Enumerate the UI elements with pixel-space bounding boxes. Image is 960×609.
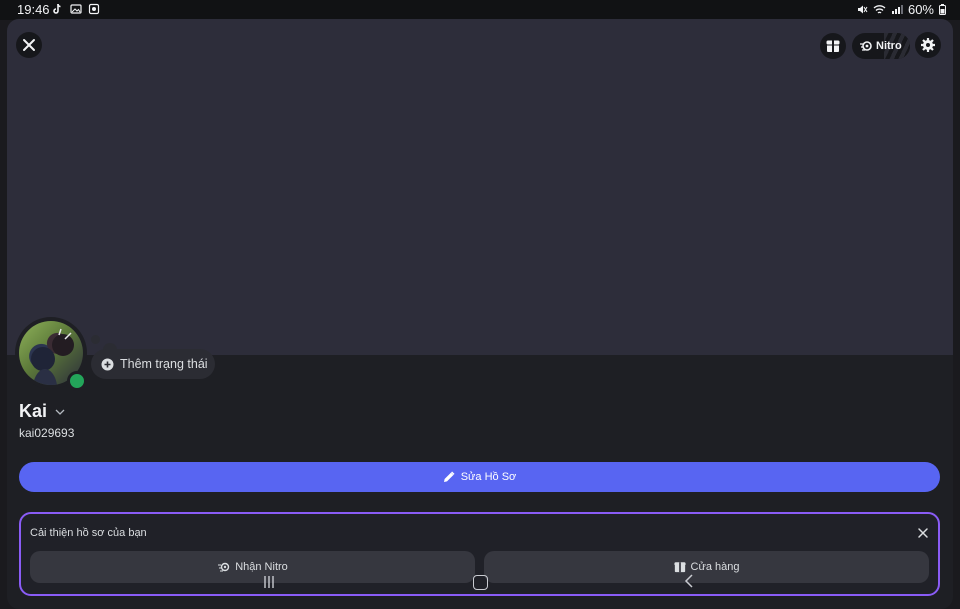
settings-button[interactable] (915, 32, 941, 58)
battery-percent: 60% (907, 2, 934, 17)
add-status-label: Thêm trạng thái (120, 357, 208, 371)
gear-icon (921, 38, 935, 52)
add-status-button[interactable]: Thêm trạng thái (91, 349, 215, 379)
get-nitro-button[interactable]: Nhận Nitro (30, 551, 475, 583)
profile-sheet: Nitro Thêm trạng thái Kai kai029693 Sửa … (7, 19, 953, 609)
shop-icon (826, 40, 840, 52)
display-name-row[interactable]: Kai (19, 401, 65, 422)
signal-icon (891, 5, 903, 14)
profile-banner (7, 19, 953, 355)
edit-profile-label: Sửa Hồ Sơ (460, 471, 517, 483)
display-name: Kai (19, 401, 48, 421)
edit-profile-button[interactable]: Sửa Hồ Sơ (19, 462, 940, 492)
chevron-down-icon (55, 409, 65, 415)
gallery-icon (70, 4, 82, 14)
status-left-icons (52, 3, 100, 15)
status-right: 60% (857, 2, 946, 17)
status-time: 19:46 (17, 2, 50, 17)
close-button[interactable] (16, 32, 42, 58)
mute-icon (857, 5, 868, 14)
add-circle-icon (101, 358, 114, 370)
username: kai029693 (19, 426, 75, 440)
wifi-icon (873, 5, 886, 14)
shop-card-button[interactable]: Cửa hàng (484, 551, 929, 583)
shop-button-label: Cửa hàng (690, 561, 740, 573)
nitro-icon (218, 562, 230, 572)
status-bar: 19:46 60% (0, 0, 960, 20)
notification-icon (88, 3, 100, 15)
status-bubble-small (91, 335, 100, 344)
back-icon[interactable] (684, 574, 694, 588)
nitro-icon (860, 41, 872, 51)
shop-button[interactable] (820, 33, 846, 59)
close-icon[interactable] (916, 526, 930, 540)
pencil-icon (443, 471, 455, 482)
nitro-button[interactable]: Nitro (852, 33, 910, 59)
tiktok-icon (53, 3, 61, 14)
recent-apps-icon[interactable] (262, 575, 276, 589)
close-icon (23, 39, 35, 51)
shop-icon (673, 562, 686, 573)
improve-card-title: Cải thiện hồ sơ của bạn (30, 527, 147, 539)
battery-icon (939, 4, 946, 15)
home-icon[interactable] (473, 575, 488, 590)
online-status-dot (67, 371, 87, 391)
nitro-label: Nitro (876, 40, 902, 52)
get-nitro-label: Nhận Nitro (235, 561, 288, 573)
